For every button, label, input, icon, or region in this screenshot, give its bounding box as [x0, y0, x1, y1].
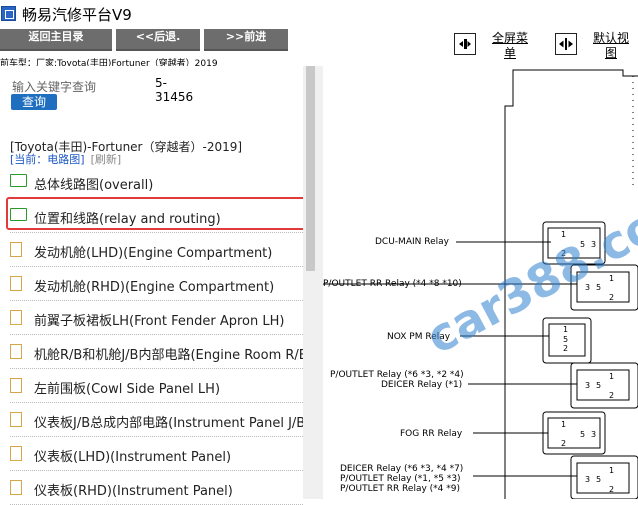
tree-item[interactable]: 机舱R/B和机舱J/B内部电路(Engine Room R/B — [10, 336, 303, 369]
app-icon — [1, 6, 16, 21]
svg-text:2: 2 — [563, 344, 568, 353]
app-title: 畅易汽修平台V9 — [22, 6, 132, 24]
tree-item[interactable]: 仪表板(RHD)(Instrument Panel) — [10, 472, 303, 505]
fullscreen-menu-icon[interactable] — [454, 33, 476, 55]
tree-item-label: 发动机舱(RHD)(Engine Compartment) — [34, 280, 275, 295]
diagram-view[interactable]: 1253 3512 125 3512 1253 3512 DCU-MAIN Re… — [323, 66, 638, 499]
search-button[interactable]: 查询 — [11, 94, 57, 110]
tree-item[interactable]: 仪表板J/B总成内部电路(Instrument Panel J/B — [10, 404, 303, 437]
svg-text:5: 5 — [563, 335, 568, 344]
scrollbar-thumb[interactable] — [306, 66, 315, 271]
folder-icon — [10, 174, 27, 187]
search-code: 5-31456 — [155, 76, 194, 104]
svg-text:2: 2 — [609, 391, 614, 400]
file-icon — [10, 344, 22, 359]
svg-text:5: 5 — [596, 283, 601, 292]
tree-item-label: 仪表板(RHD)(Instrument Panel) — [34, 484, 233, 499]
refresh-link[interactable]: [刷新] — [91, 153, 122, 166]
search-input[interactable]: 输入关键字查询 — [12, 78, 96, 95]
title-bar: 畅易汽修平台V9 — [0, 0, 638, 28]
default-view-button[interactable]: 默认视图 — [591, 31, 631, 61]
svg-text:3: 3 — [585, 381, 590, 390]
tree-item-label: 仪表板J/B总成内部电路(Instrument Panel J/B — [34, 416, 303, 431]
tree-item[interactable]: 前翼子板裙板LH(Front Fender Apron LH) — [10, 302, 303, 335]
selection-highlight — [6, 197, 348, 230]
tree-item-label: 左前围板(Cowl Side Panel LH) — [34, 382, 221, 397]
svg-text:3: 3 — [585, 475, 590, 484]
file-icon — [10, 310, 22, 325]
svg-text:1: 1 — [609, 372, 614, 381]
back-to-main-button[interactable]: 返回主目录 — [0, 29, 112, 51]
tree-item-overall[interactable]: 总体线路图(overall) — [10, 166, 303, 199]
svg-text:5: 5 — [596, 381, 601, 390]
svg-text:5: 5 — [580, 430, 585, 439]
left-scrollbar[interactable] — [303, 66, 318, 499]
relay-label: P/OUTLET RR Relay (*4 *8 *10) — [323, 279, 462, 289]
forward-button[interactable]: >>前进 — [204, 29, 288, 51]
file-icon — [10, 412, 22, 427]
relay-label: DEICER Relay (*1) — [381, 380, 462, 390]
tree-item[interactable]: 左前围板(Cowl Side Panel LH) — [10, 370, 303, 403]
svg-text:1: 1 — [561, 420, 566, 429]
tree-item-label: 发动机舱(LHD)(Engine Compartment) — [34, 246, 273, 261]
file-icon — [10, 276, 22, 291]
file-icon — [10, 378, 22, 393]
fullscreen-menu-button[interactable]: 全屏菜单 — [490, 31, 530, 61]
relay-label: P/OUTLET RR Relay (*4 *9) — [340, 484, 460, 494]
tree-item[interactable]: 仪表板(LHD)(Instrument Panel) — [10, 438, 303, 471]
relay-label: FOG RR Relay — [400, 429, 463, 439]
relay-label: P/OUTLET Relay (*1, *5 *3) — [340, 474, 461, 484]
tree-item[interactable]: 发动机舱(RHD)(Engine Compartment) — [10, 268, 303, 301]
svg-text:3: 3 — [591, 430, 596, 439]
file-icon — [10, 480, 22, 495]
tree-item[interactable]: 发动机舱(LHD)(Engine Compartment) — [10, 234, 303, 267]
svg-text:1: 1 — [609, 466, 614, 475]
svg-text:2: 2 — [609, 293, 614, 302]
tree-item-label: 总体线路图(overall) — [34, 178, 154, 193]
svg-text:2: 2 — [609, 485, 614, 494]
relay-label: DEICER Relay (*6 *3, *4 *7) — [340, 464, 463, 474]
tree-item-label: 仪表板(LHD)(Instrument Panel) — [34, 450, 232, 465]
file-icon — [10, 242, 22, 257]
current-location: [当前：电路图] [刷新] — [10, 151, 121, 167]
svg-text:2: 2 — [561, 439, 566, 448]
relay-label: DCU-MAIN Relay — [375, 237, 450, 247]
svg-text:1: 1 — [563, 325, 568, 334]
file-icon — [10, 446, 22, 461]
relay-block — [570, 455, 638, 499]
relay-block — [570, 362, 638, 409]
default-view-icon[interactable] — [555, 33, 577, 55]
current-label: [当前：电路图] — [10, 153, 85, 166]
tree-item-label: 前翼子板裙板LH(Front Fender Apron LH) — [34, 314, 285, 329]
svg-text:5: 5 — [596, 475, 601, 484]
back-button[interactable]: <<后退. — [116, 29, 200, 51]
relay-label: P/OUTLET Relay (*6 *3, *2 *4) — [330, 370, 464, 380]
tree-item-label: 机舱R/B和机舱J/B内部电路(Engine Room R/B — [34, 348, 303, 363]
